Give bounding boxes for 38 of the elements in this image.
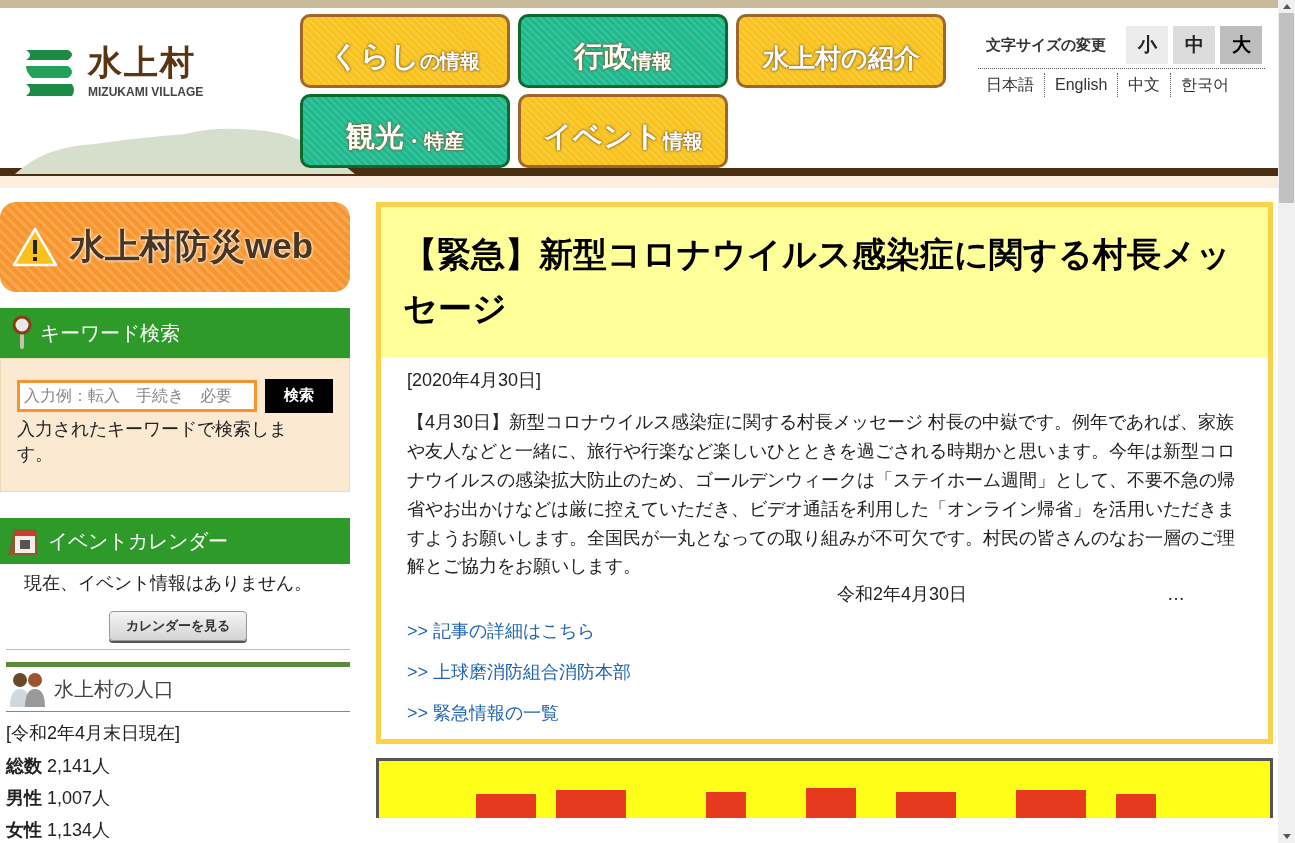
calendar-button[interactable]: カレンダーを見る bbox=[109, 611, 247, 641]
font-size-label: 文字サイズの変更 bbox=[985, 34, 1107, 55]
warning-icon bbox=[12, 226, 58, 267]
ellipsis-text: … bbox=[1167, 583, 1186, 607]
notice-body: 【4月30日】新型コロナウイルス感染症に関する村長メッセージ 村長の中嶽です。例年であれば、家族や友人などと一緒に、旅行や行楽など楽しいひとときを過ごされる時期かと思います。今年は新型コロナウイルスの感染拡大防止のため、ゴールデンウィークは「ステイホーム週間」として、不要不急の帰省やお出かけなどは厳に控えていただき、ビデオ通話を利用した「オンライン帰省」を活用いただきますようお願いします。全国民が一丸となっての取り組みが不可欠です。村民の皆さんのなお一層のご理解とご協力をお願いします。 bbox=[407, 411, 1236, 579]
logo-title: 水上村 bbox=[88, 45, 197, 80]
scroll-down-icon[interactable] bbox=[1282, 834, 1291, 839]
logo-icon bbox=[24, 48, 76, 99]
search-note: 入力されたキーワードで検索します。 bbox=[17, 417, 288, 466]
language-link[interactable]: 中文 bbox=[1118, 73, 1172, 98]
language-link[interactable]: 日本語 bbox=[986, 73, 1045, 98]
font-size-button[interactable]: 中 bbox=[1173, 26, 1215, 65]
notice-link[interactable]: >> 上球磨消防組合消防本部 bbox=[407, 659, 632, 687]
notice-date: [2020年4月30日] bbox=[407, 369, 543, 393]
language-link[interactable]: 한국어 bbox=[1171, 73, 1240, 98]
scroll-up-icon[interactable] bbox=[1282, 4, 1291, 9]
population-date: [令和2年4月末日現在] bbox=[5, 722, 182, 745]
logo-subtitle: MIZUKAMI VILLAGE bbox=[88, 84, 204, 102]
magnifier-icon bbox=[12, 314, 32, 351]
notice-link[interactable]: >> 記事の詳細はこちら bbox=[407, 618, 596, 646]
population-row-text: 総数 2,141人 bbox=[4, 755, 112, 778]
calendar-message: 現在、イベント情報はありません。 bbox=[23, 572, 313, 595]
font-size-button[interactable]: 大 bbox=[1220, 26, 1262, 65]
notice-link[interactable]: >> 緊急情報の一覧 bbox=[407, 700, 560, 728]
language-link[interactable]: English bbox=[1045, 73, 1119, 98]
population-row-text: 男性 1,007人 bbox=[5, 787, 112, 810]
population-row-text: 女性 1,134人 bbox=[5, 819, 112, 842]
search-field[interactable]: 入力例：転入 手続き 必要 bbox=[17, 379, 257, 412]
notice-signature: 令和2年4月30日 bbox=[837, 583, 968, 607]
search-button[interactable]: 検索 bbox=[265, 378, 333, 413]
scrollbar-thumb[interactable] bbox=[1279, 13, 1294, 203]
panel-title: イベントカレンダー bbox=[48, 529, 228, 554]
panel-title: キーワード検索 bbox=[40, 320, 180, 346]
disaster-banner[interactable]: 水上村防災web bbox=[0, 201, 350, 292]
notice-title: 【緊急】新型コロナウイルス感染症に関する村長メッセージ bbox=[403, 233, 1232, 329]
people-icon bbox=[8, 671, 46, 707]
population-title: 水上村の人口 bbox=[54, 677, 174, 702]
font-size-button[interactable]: 小 bbox=[1126, 26, 1168, 65]
